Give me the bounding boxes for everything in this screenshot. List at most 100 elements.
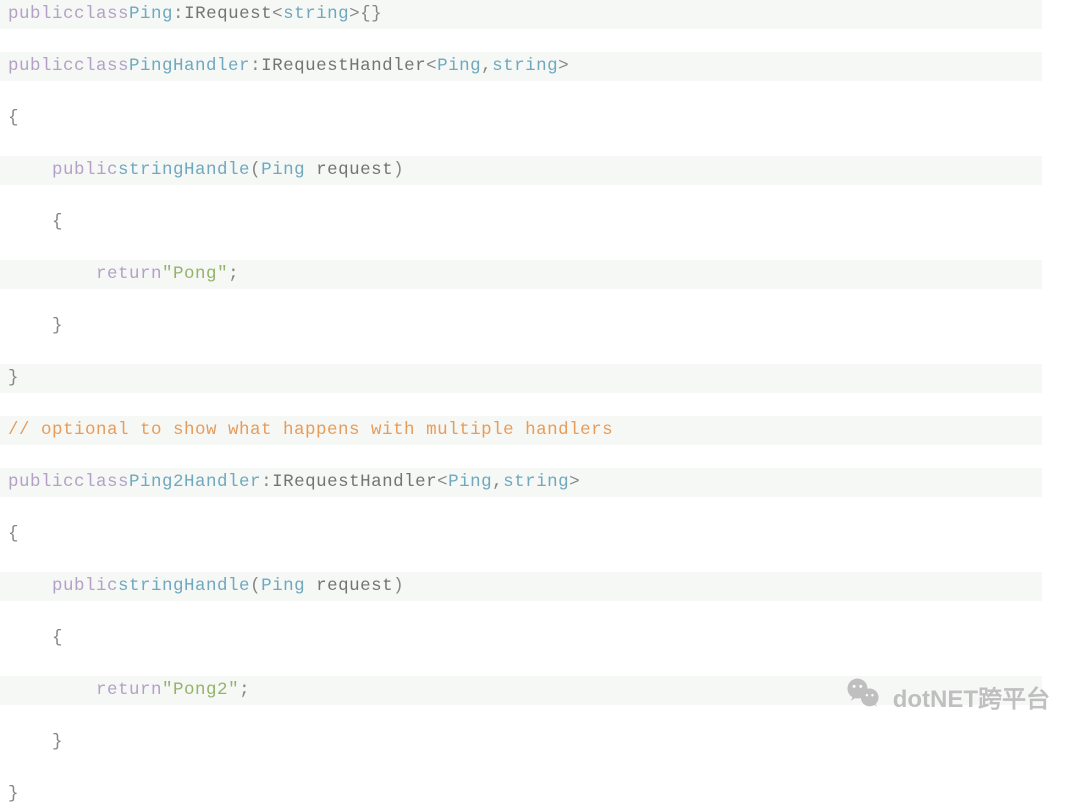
string-pong: Pong bbox=[173, 264, 217, 284]
blank-line bbox=[0, 133, 1042, 157]
indent bbox=[8, 316, 52, 336]
type-irequesthandler: IRequestHandler bbox=[261, 56, 426, 76]
blank-line bbox=[0, 289, 1042, 313]
blank-line bbox=[0, 653, 1042, 677]
keyword-class: class bbox=[74, 56, 129, 76]
blank-line bbox=[0, 601, 1042, 625]
indent bbox=[8, 212, 52, 232]
type-string: string bbox=[503, 472, 569, 492]
indent bbox=[8, 680, 96, 700]
blank-line bbox=[0, 81, 1042, 105]
brace-open: { bbox=[52, 628, 63, 648]
type-irequesthandler: IRequestHandler bbox=[272, 472, 437, 492]
brace-close: } bbox=[371, 4, 382, 24]
brace-open: { bbox=[360, 4, 371, 24]
code-line: } bbox=[0, 312, 1042, 341]
string-quote: " bbox=[228, 680, 239, 700]
brace-close: } bbox=[52, 732, 63, 752]
blank-line bbox=[0, 445, 1042, 469]
keyword-public: public bbox=[8, 472, 74, 492]
code-line: publicclassPingHandler:IRequestHandler<P… bbox=[0, 52, 1042, 81]
angle-open: < bbox=[437, 472, 448, 492]
blank-line bbox=[0, 705, 1042, 729]
blank-line bbox=[0, 237, 1042, 261]
method-handle: Handle bbox=[184, 160, 250, 180]
colon: : bbox=[250, 56, 261, 76]
code-line: } bbox=[0, 780, 1042, 809]
comment-multiple-handlers: // optional to show what happens with mu… bbox=[8, 420, 613, 440]
brace-close: } bbox=[8, 368, 19, 388]
code-line: publicclassPing:IRequest<string>{} bbox=[0, 0, 1042, 29]
code-line: publicclassPing2Handler:IRequestHandler<… bbox=[0, 468, 1042, 497]
code-line: { bbox=[0, 104, 1042, 133]
angle-close: > bbox=[349, 4, 360, 24]
method-handle: Handle bbox=[184, 576, 250, 596]
code-line: publicstringHandle(Ping request) bbox=[0, 156, 1042, 185]
keyword-public: public bbox=[8, 4, 74, 24]
indent bbox=[8, 576, 52, 596]
brace-open: { bbox=[8, 524, 19, 544]
code-line: return"Pong2"; bbox=[0, 676, 1042, 705]
indent bbox=[8, 628, 52, 648]
angle-open: < bbox=[426, 56, 437, 76]
paren-open: ( bbox=[250, 576, 261, 596]
code-line: { bbox=[0, 624, 1042, 653]
angle-close: > bbox=[558, 56, 569, 76]
keyword-return: return bbox=[96, 680, 162, 700]
comma: , bbox=[492, 472, 503, 492]
colon: : bbox=[261, 472, 272, 492]
semicolon: ; bbox=[228, 264, 239, 284]
blank-line bbox=[0, 341, 1042, 365]
code-line: { bbox=[0, 520, 1042, 549]
string-pong2: Pong2 bbox=[173, 680, 228, 700]
code-line: { bbox=[0, 208, 1042, 237]
type-irequest: IRequest bbox=[184, 4, 272, 24]
colon: : bbox=[173, 4, 184, 24]
code-line: publicstringHandle(Ping request) bbox=[0, 572, 1042, 601]
space bbox=[305, 576, 316, 596]
blank-line bbox=[0, 549, 1042, 573]
indent bbox=[8, 732, 52, 752]
type-ping2handler: Ping2Handler bbox=[129, 472, 261, 492]
type-ping: Ping bbox=[437, 56, 481, 76]
blank-line bbox=[0, 757, 1042, 781]
type-ping: Ping bbox=[261, 576, 305, 596]
type-string: string bbox=[283, 4, 349, 24]
paren-open: ( bbox=[250, 160, 261, 180]
indent bbox=[8, 160, 52, 180]
space bbox=[305, 160, 316, 180]
angle-close: > bbox=[569, 472, 580, 492]
paren-close: ) bbox=[393, 576, 404, 596]
angle-open: < bbox=[272, 4, 283, 24]
blank-line bbox=[0, 393, 1042, 417]
string-quote: " bbox=[162, 264, 173, 284]
keyword-class: class bbox=[74, 4, 129, 24]
param-request: request bbox=[316, 576, 393, 596]
string-quote: " bbox=[217, 264, 228, 284]
type-string: string bbox=[492, 56, 558, 76]
code-block: publicclassPing:IRequest<string>{} publi… bbox=[0, 0, 1042, 809]
blank-line bbox=[0, 497, 1042, 521]
type-string: string bbox=[118, 160, 184, 180]
code-line: // optional to show what happens with mu… bbox=[0, 416, 1042, 445]
semicolon: ; bbox=[239, 680, 250, 700]
type-pinghandler: PingHandler bbox=[129, 56, 250, 76]
param-request: request bbox=[316, 160, 393, 180]
blank-line bbox=[0, 29, 1042, 53]
keyword-class: class bbox=[74, 472, 129, 492]
keyword-return: return bbox=[96, 264, 162, 284]
string-quote: " bbox=[162, 680, 173, 700]
code-line: return"Pong"; bbox=[0, 260, 1042, 289]
type-ping: Ping bbox=[261, 160, 305, 180]
code-line: } bbox=[0, 364, 1042, 393]
brace-open: { bbox=[8, 108, 19, 128]
code-line: } bbox=[0, 728, 1042, 757]
keyword-public: public bbox=[52, 576, 118, 596]
brace-open: { bbox=[52, 212, 63, 232]
paren-close: ) bbox=[393, 160, 404, 180]
brace-close: } bbox=[52, 316, 63, 336]
indent bbox=[8, 264, 96, 284]
keyword-public: public bbox=[52, 160, 118, 180]
blank-line bbox=[0, 185, 1042, 209]
keyword-public: public bbox=[8, 56, 74, 76]
